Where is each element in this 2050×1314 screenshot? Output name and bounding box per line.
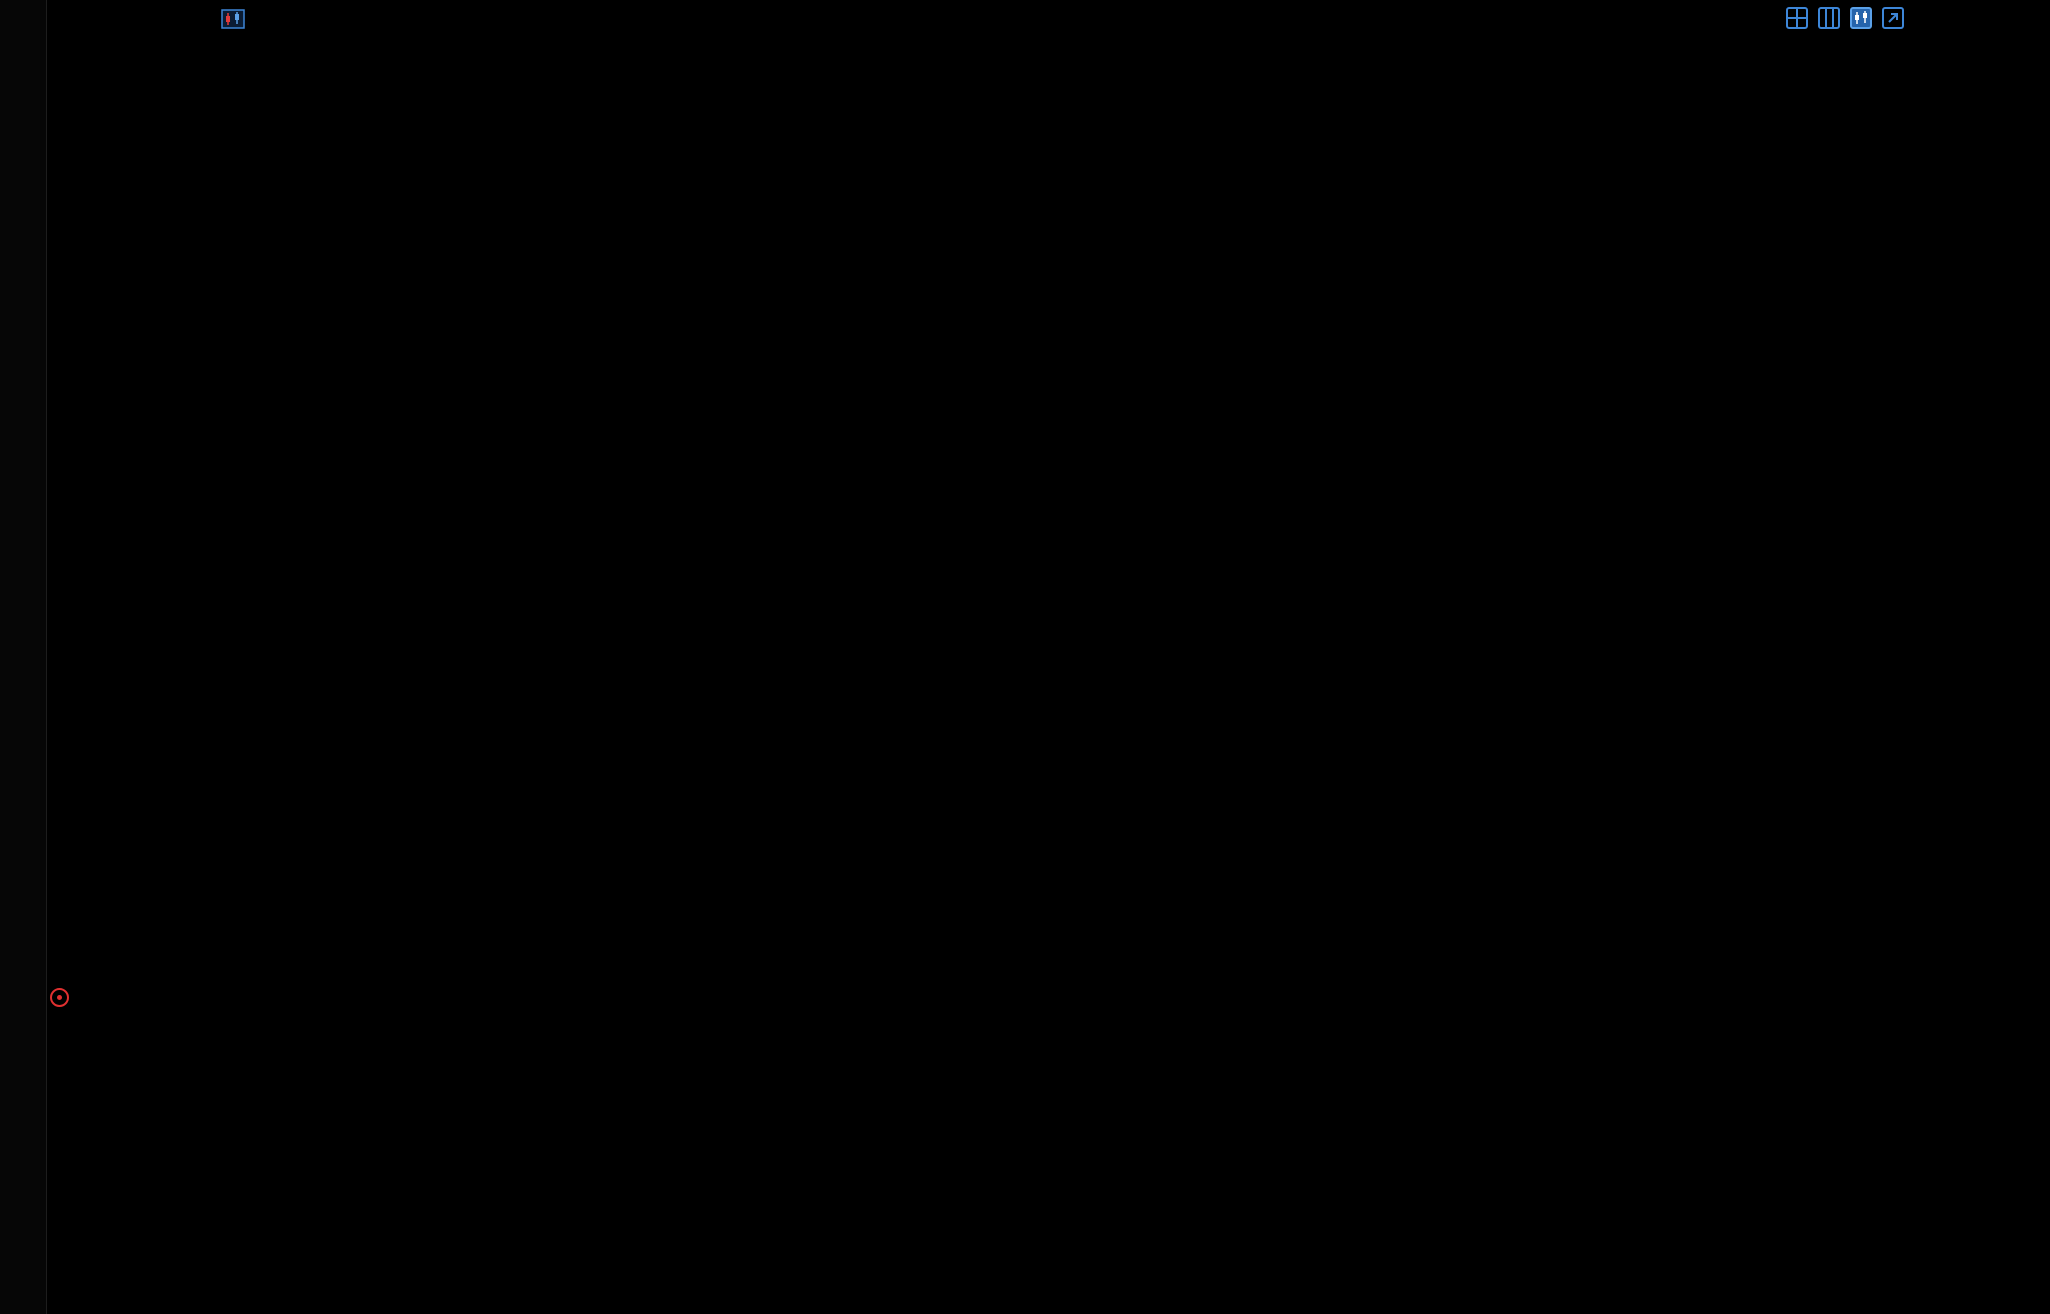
chart-toolbar <box>1784 5 1906 31</box>
candlestick-view-icon[interactable] <box>1848 5 1874 31</box>
layout-columns-icon[interactable] <box>1816 5 1842 31</box>
sidebar <box>0 0 47 1314</box>
candlestick-mini-icon[interactable] <box>221 9 245 29</box>
red-target-dot <box>57 995 62 1000</box>
layout-grid-icon[interactable] <box>1784 5 1810 31</box>
chart-canvas <box>0 0 2050 1314</box>
chart-app <box>0 0 2050 1314</box>
red-target-icon[interactable] <box>50 988 69 1007</box>
new-window-icon[interactable] <box>1880 5 1906 31</box>
chart-header <box>186 6 323 32</box>
